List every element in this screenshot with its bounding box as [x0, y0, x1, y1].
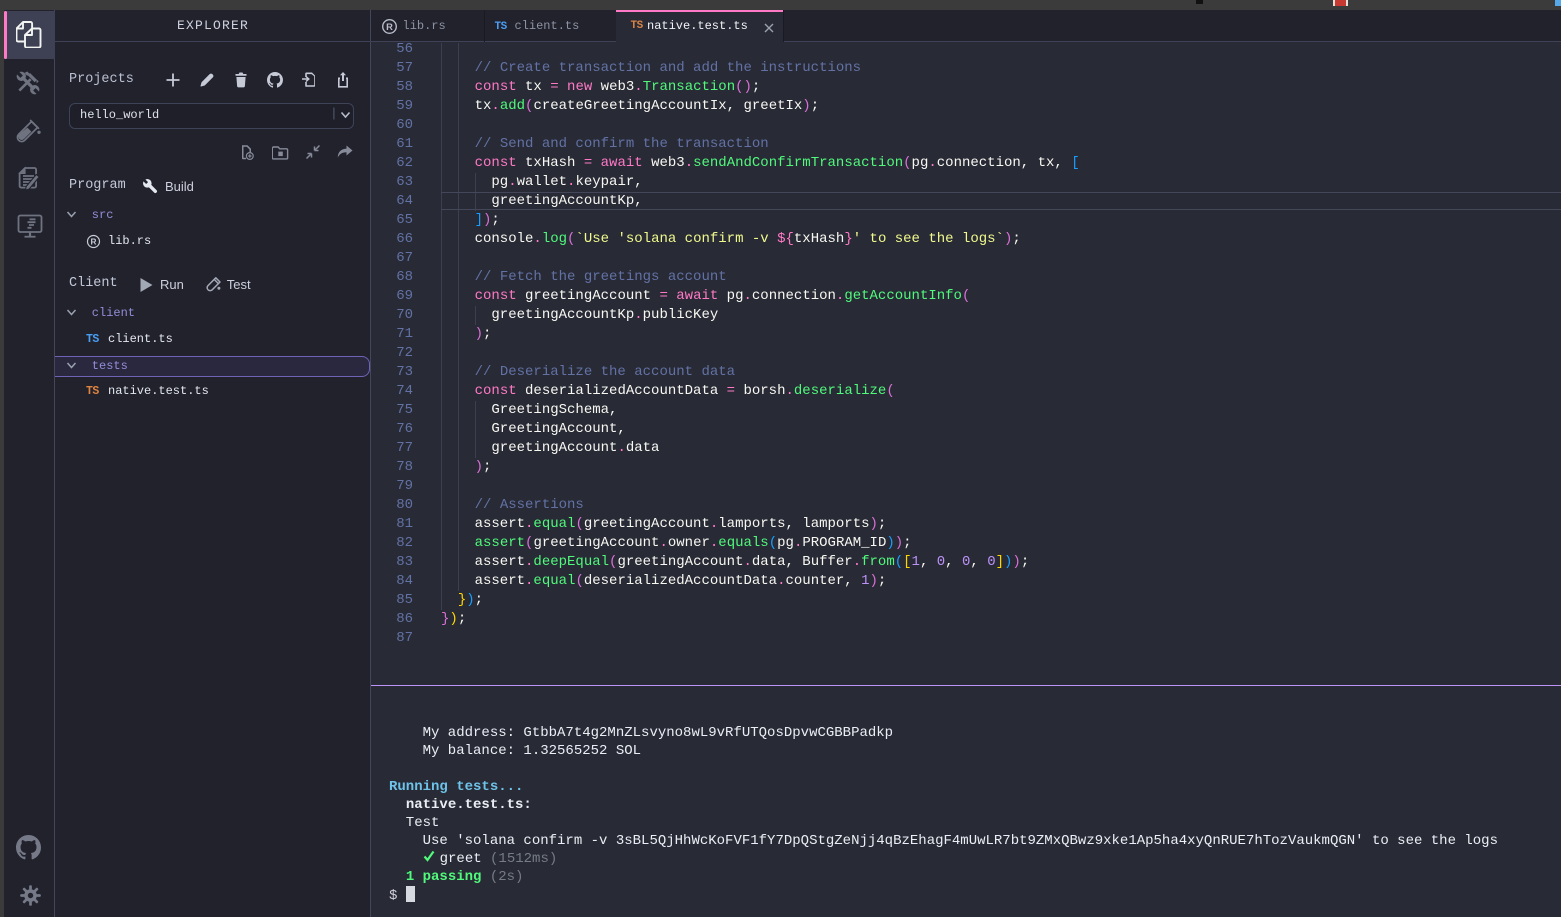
svg-text:R: R: [386, 21, 393, 31]
svg-text:R: R: [91, 238, 97, 247]
